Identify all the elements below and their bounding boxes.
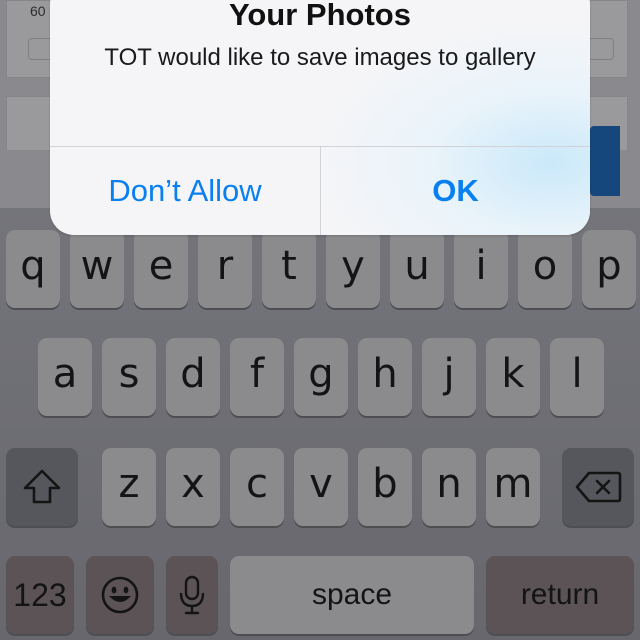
microphone-icon xyxy=(179,575,205,615)
key-label: h xyxy=(372,351,398,397)
key-label: e xyxy=(148,243,174,289)
key-p[interactable]: p xyxy=(582,230,636,308)
backspace-icon xyxy=(575,471,622,503)
key-label: g xyxy=(308,351,334,397)
key-i[interactable]: i xyxy=(454,230,508,308)
key-label: c xyxy=(246,461,268,507)
key-s[interactable]: s xyxy=(102,338,156,416)
key-label: z xyxy=(118,461,140,507)
key-label: d xyxy=(180,351,206,397)
key-label: m xyxy=(493,461,533,507)
key-o[interactable]: o xyxy=(518,230,572,308)
key-j[interactable]: j xyxy=(422,338,476,416)
key-label: space xyxy=(311,578,393,611)
key-label: s xyxy=(118,351,140,397)
keyboard: q w e r t y u i o p a s d f g h j k l z … xyxy=(0,208,640,640)
key-g[interactable]: g xyxy=(294,338,348,416)
key-label: w xyxy=(80,243,114,289)
key-label: f xyxy=(249,351,265,397)
return-key[interactable]: return xyxy=(486,556,634,634)
ok-button[interactable]: OK xyxy=(321,147,590,235)
key-c[interactable]: c xyxy=(230,448,284,526)
key-e[interactable]: e xyxy=(134,230,188,308)
key-m[interactable]: m xyxy=(486,448,540,526)
key-y[interactable]: y xyxy=(326,230,380,308)
key-label: v xyxy=(309,461,333,507)
shift-icon xyxy=(23,469,61,504)
key-l[interactable]: l xyxy=(550,338,604,416)
key-label: p xyxy=(596,243,622,289)
key-u[interactable]: u xyxy=(390,230,444,308)
delete-key[interactable] xyxy=(562,448,634,526)
key-label: u xyxy=(404,243,430,289)
space-key[interactable]: space xyxy=(230,556,474,634)
key-t[interactable]: t xyxy=(262,230,316,308)
key-d[interactable]: d xyxy=(166,338,220,416)
key-v[interactable]: v xyxy=(294,448,348,526)
key-k[interactable]: k xyxy=(486,338,540,416)
background-input xyxy=(588,38,614,60)
key-label: 123 xyxy=(13,577,67,613)
key-q[interactable]: q xyxy=(6,230,60,308)
key-label: b xyxy=(372,461,398,507)
background-button xyxy=(590,126,620,196)
key-w[interactable]: w xyxy=(70,230,124,308)
key-label: y xyxy=(341,243,365,289)
emoji-key[interactable] xyxy=(86,556,154,634)
microphone-key[interactable] xyxy=(166,556,218,634)
alert-message: TOT would like to save images to gallery xyxy=(104,44,536,71)
key-label: t xyxy=(281,243,297,289)
key-label: x xyxy=(181,461,205,507)
emoji-icon xyxy=(101,576,139,614)
shift-key[interactable] xyxy=(6,448,78,526)
key-label: n xyxy=(436,461,462,507)
key-label: j xyxy=(443,351,455,397)
key-r[interactable]: r xyxy=(198,230,252,308)
numbers-key[interactable]: 123 xyxy=(6,556,74,634)
key-x[interactable]: x xyxy=(166,448,220,526)
screen: 60 q w e r t y u i o p a s d f g h j k l xyxy=(0,0,640,640)
background-number: 60 xyxy=(30,3,46,19)
key-label: a xyxy=(52,351,78,397)
key-b[interactable]: b xyxy=(358,448,412,526)
key-label: o xyxy=(532,243,558,289)
permission-alert: Your Photos TOT would like to save image… xyxy=(50,0,590,235)
key-label: i xyxy=(475,243,487,289)
key-label: q xyxy=(20,243,46,289)
dont-allow-button[interactable]: Don’t Allow xyxy=(50,147,320,235)
key-f[interactable]: f xyxy=(230,338,284,416)
key-label: r xyxy=(216,243,234,289)
key-label: k xyxy=(501,351,525,397)
key-z[interactable]: z xyxy=(102,448,156,526)
key-h[interactable]: h xyxy=(358,338,412,416)
key-n[interactable]: n xyxy=(422,448,476,526)
key-a[interactable]: a xyxy=(38,338,92,416)
key-label: return xyxy=(520,578,600,611)
key-label: l xyxy=(571,351,583,397)
alert-title: Your Photos xyxy=(229,0,411,32)
